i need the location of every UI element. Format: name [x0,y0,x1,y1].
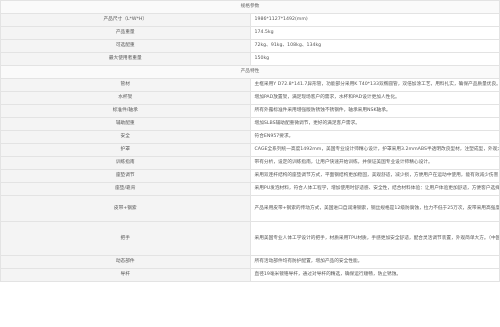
feature-row: 训练指南 带有分析，设定的训练指南，让用户快速开始训练，并保证美国专业设计师精心… [0,156,500,170]
feature-label: 座垫调节 [0,169,251,183]
feature-value: 增加SLBS辅助配重微调节，更好的满足客户需求。 [249,117,500,131]
feature-row: 水杯架 增加PAD放置架，满足现场客户的需求，水杯和PAD设计更加人性化。 [0,91,500,105]
feature-row: 安全 符合EN957要求。 [0,130,500,144]
feature-value: 带有分析，设定的训练指南，让用户快速开始训练，并保证美国专业设计师精心设计。 [249,156,500,170]
spec-table-body: 规格参数 产品尺寸（L*W*H） 1986*1127*1492(mm) 产品重量… [0,0,500,282]
feature-label: 护罩 [0,143,251,157]
spec-value: 1986*1127*1492(mm) [249,13,500,27]
feature-value: 符合EN957要求。 [249,130,500,144]
feature-row: 把手 采用美国专业人体工学设计的把手，材质采用TPU材质，手感更加安全舒适，配合… [0,221,500,256]
spec-label: 可选配重 [0,39,251,53]
section-title-features: 产品特性 [0,65,500,79]
feature-value: 产品采用皮带+钢索的传动方式，美国进口自润滑钢索，钢丝规格是12级防腐蚀，拉力不… [249,195,500,222]
feature-row: 护罩 CAGE全系列统一高度1492mm，美国专业设计师精心设计，护罩采用3.2… [0,143,500,157]
spec-row: 产品尺寸（L*W*H） 1986*1127*1492(mm) [0,13,500,27]
feature-value: 采用双连杆结构的座垫调节方式，平面钢结构更加稳固，美观舒适，减少损，方便用户在运… [249,169,500,183]
feature-row: 标准件/轴承 所有外露标准件采用增强版防锈蚀不锈钢件，轴承采用NSK轴承。 [0,104,500,118]
feature-row: 辅助配重 增加SLBS辅助配重微调节，更好的满足客户需求。 [0,117,500,131]
feature-row: 皮带+钢索 产品采用皮带+钢索的传动方式，美国进口自润滑钢索，钢丝规格是12级防… [0,195,500,222]
feature-row: 动态部件 所有活动部件均有防护配置，增加产品的安全性能。 [0,255,500,269]
feature-row: 导杆 直径19毫米镀铬导杆，通过对导杆的精选，确保运行顺畅，防止锈蚀。 [0,268,500,282]
feature-value: 所有外露标准件采用增强版防锈蚀不锈钢件，轴承采用NSK轴承。 [249,104,500,118]
feature-value: 主框采用Y D72.8*141.7异形管，功能部分采用K T40*133双椭圆管… [249,78,500,92]
feature-value: 所有活动部件均有防护配置，增加产品的安全性能。 [249,255,500,269]
spec-value: 174.5kg [249,26,500,40]
feature-label: 水杯架 [0,91,251,105]
section-title-specs: 规格参数 [0,0,500,14]
spec-label: 最大使用者重量 [0,52,251,66]
feature-value: 增加PAD放置架，满足现场客户的需求，水杯和PAD设计更加人性化。 [249,91,500,105]
feature-row: 座垫/靠背 采用PU发泡材料，符合人体工程学，增加使用时舒适感、安全性，结合材料… [0,182,500,196]
feature-value: 直径19毫米镀铬导杆，通过对导杆的精选，确保运行顺畅，防止锈蚀。 [249,268,500,282]
spec-row: 产品重量 174.5kg [0,26,500,40]
feature-label: 安全 [0,130,251,144]
section-row-specs: 规格参数 [0,0,500,14]
feature-label: 把手 [0,221,251,256]
feature-value: 采用美国专业人体工学设计的把手，材质采用TPU材质，手感更加安全舒适，配合灵活调… [249,221,500,256]
feature-value: 采用PU发泡材料，符合人体工程学，增加使用时舒适感、安全性，结合材料体验：让用户… [249,182,500,196]
feature-label: 座垫/靠背 [0,182,251,196]
spec-value: 150kg [249,52,500,66]
spec-row: 最大使用者重量 150kg [0,52,500,66]
spec-table: 规格参数 产品尺寸（L*W*H） 1986*1127*1492(mm) 产品重量… [0,0,500,282]
feature-label: 皮带+钢索 [0,195,251,222]
spec-value: 72kg、91kg、108kg、134kg [249,39,500,53]
feature-label: 训练指南 [0,156,251,170]
feature-row: 座垫调节 采用双连杆结构的座垫调节方式，平面钢结构更加稳固，美观舒适，减少损，方… [0,169,500,183]
spec-label: 产品重量 [0,26,251,40]
feature-label: 动态部件 [0,255,251,269]
feature-label: 标准件/轴承 [0,104,251,118]
spec-label: 产品尺寸（L*W*H） [0,13,251,27]
feature-label: 导杆 [0,268,251,282]
feature-value: CAGE全系列统一高度1492mm，美国专业设计师精心设计，护罩采用3.2mmA… [249,143,500,157]
section-row-features: 产品特性 [0,65,500,79]
feature-label: 辅助配重 [0,117,251,131]
spec-row: 可选配重 72kg、91kg、108kg、134kg [0,39,500,53]
feature-row: 管材 主框采用Y D72.8*141.7异形管，功能部分采用K T40*133双… [0,78,500,92]
feature-label: 管材 [0,78,251,92]
